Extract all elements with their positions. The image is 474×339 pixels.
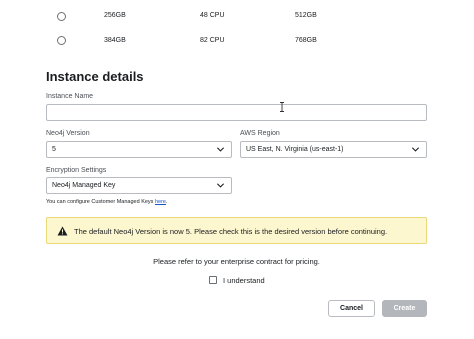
tier-radio[interactable]	[57, 36, 66, 45]
neo4j-version-value: 5	[52, 146, 56, 153]
helper-end: .	[165, 199, 168, 205]
warning-banner: The default Neo4j Version is now 5. Plea…	[46, 217, 427, 244]
customer-managed-keys-link[interactable]: here	[155, 199, 166, 205]
neo4j-version-select[interactable]: 5	[46, 141, 232, 158]
aws-region-value: US East, N. Virginia (us-east-1)	[246, 146, 344, 153]
encryption-settings-label: Encryption Settings	[46, 167, 107, 174]
warning-banner-text: The default Neo4j Version is now 5. Plea…	[74, 227, 388, 236]
chevron-down-icon	[411, 147, 420, 152]
chevron-down-icon	[216, 183, 225, 188]
text-cursor-icon	[280, 102, 284, 112]
pricing-note: Please refer to your enterprise contract…	[153, 257, 320, 266]
chevron-down-icon	[216, 147, 225, 152]
neo4j-version-label: Neo4j Version	[46, 130, 90, 137]
create-button[interactable]: Create	[382, 300, 427, 317]
understand-label: I understand	[223, 276, 265, 285]
instance-name-label: Instance Name	[46, 93, 94, 100]
tier-cpu: 48 CPU	[200, 12, 225, 19]
helper-text: You can configure Customer Managed Keys	[46, 199, 155, 205]
tier-memory: 384GB	[104, 37, 126, 44]
tier-storage: 768GB	[295, 37, 317, 44]
cancel-button[interactable]: Cancel	[328, 300, 375, 317]
tier-memory: 256GB	[104, 12, 126, 19]
customer-managed-keys-helper: You can configure Customer Managed Keys …	[46, 199, 168, 205]
section-title: Instance details	[46, 69, 144, 84]
tier-storage: 512GB	[295, 12, 317, 19]
warning-icon	[57, 226, 68, 236]
aws-region-select[interactable]: US East, N. Virginia (us-east-1)	[240, 141, 427, 158]
instance-name-input[interactable]	[46, 104, 427, 121]
aws-region-label: AWS Region	[240, 130, 280, 137]
tier-radio[interactable]	[57, 12, 66, 21]
understand-checkbox[interactable]	[209, 276, 217, 284]
tier-cpu: 82 CPU	[200, 37, 225, 44]
encryption-settings-value: Neo4j Managed Key	[52, 182, 116, 189]
encryption-settings-select[interactable]: Neo4j Managed Key	[46, 177, 232, 194]
